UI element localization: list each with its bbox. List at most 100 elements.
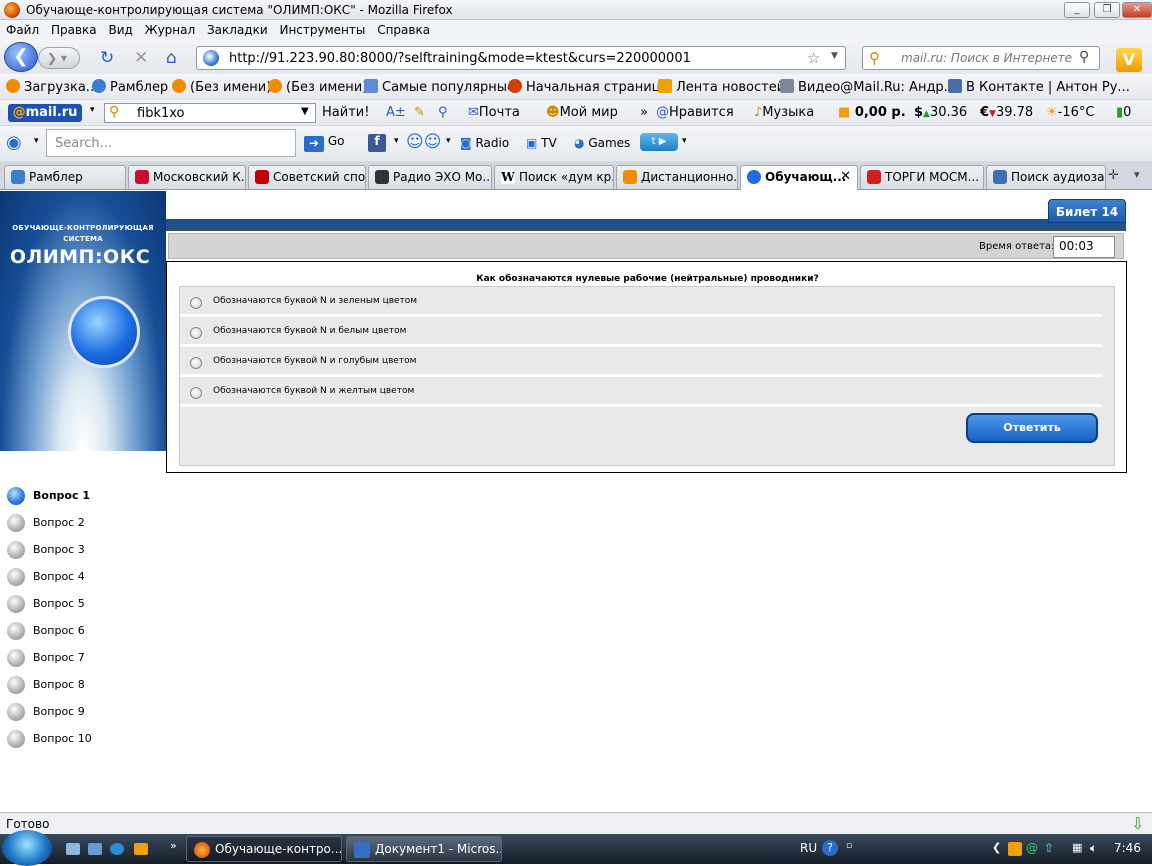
question-item-4[interactable]: Вопрос 4 bbox=[0, 566, 160, 593]
tab-torgi[interactable]: ТОРГИ МОСМ... bbox=[860, 165, 984, 189]
start-button[interactable] bbox=[2, 830, 52, 866]
chevron-down-icon[interactable]: ▾ bbox=[394, 136, 399, 146]
highlight-icon[interactable]: ✎ bbox=[414, 105, 425, 120]
answer-label[interactable]: Обозначаются буквой N и желтым цветом bbox=[213, 386, 414, 396]
likes-link[interactable]: @Нравится bbox=[656, 105, 734, 120]
v-addon-icon[interactable]: V bbox=[1116, 48, 1142, 72]
tray-arrow-up-icon[interactable]: ⇧ bbox=[1044, 841, 1054, 855]
games-link[interactable]: ◕ Games bbox=[574, 136, 630, 150]
weather-widget[interactable]: ☀-16°C bbox=[1046, 105, 1094, 120]
answer-radio[interactable] bbox=[190, 327, 202, 339]
question-item-2[interactable]: Вопрос 2 bbox=[0, 512, 160, 539]
show-desktop-icon[interactable] bbox=[66, 843, 80, 855]
bookmark-item[interactable]: Видео@Mail.Ru: Андр... bbox=[780, 79, 956, 95]
network-icon[interactable]: ▦ bbox=[1072, 841, 1082, 854]
radio-link[interactable]: ◙ Radio bbox=[460, 136, 509, 150]
answer-option[interactable]: Обозначаются буквой N и зеленым цветом bbox=[180, 287, 1114, 317]
menu-file[interactable]: Файл bbox=[0, 20, 39, 37]
chevron-down-icon[interactable]: ▾ bbox=[90, 105, 95, 115]
music-link[interactable]: ♪Музыка bbox=[754, 105, 814, 120]
menu-help[interactable]: Справка bbox=[371, 20, 430, 37]
volume-icon[interactable]: 🔈︎ bbox=[1090, 841, 1097, 856]
ie-icon[interactable] bbox=[110, 843, 124, 855]
chevron-down-icon[interactable]: ▾ bbox=[34, 136, 39, 146]
chevron-down-icon[interactable]: ▼ bbox=[301, 106, 309, 117]
question-item-3[interactable]: Вопрос 3 bbox=[0, 539, 160, 566]
eye-icon[interactable]: ◉ bbox=[6, 132, 22, 153]
language-bar-icon[interactable]: ▫ bbox=[846, 841, 852, 851]
twitter-youtube-icon[interactable]: t ▶ bbox=[640, 133, 678, 151]
tray-app-icon[interactable] bbox=[1008, 842, 1022, 856]
tab-sport[interactable]: Советский спо... bbox=[248, 165, 366, 189]
back-button[interactable]: ❮ bbox=[4, 42, 38, 72]
menu-edit[interactable]: Правка bbox=[45, 20, 97, 37]
zoom-icon[interactable]: ⚲ bbox=[438, 105, 448, 120]
bookmark-star-icon[interactable]: ☆ bbox=[807, 49, 820, 67]
tray-at-icon[interactable]: @ bbox=[1026, 841, 1038, 855]
question-item-8[interactable]: Вопрос 8 bbox=[0, 674, 160, 701]
search-go-icon[interactable]: ⚲ bbox=[1079, 49, 1089, 65]
question-item-6[interactable]: Вопрос 6 bbox=[0, 620, 160, 647]
usd-rate[interactable]: $▲30.36 bbox=[914, 105, 967, 120]
answer-radio[interactable] bbox=[190, 357, 202, 369]
home-icon[interactable]: ⌂ bbox=[166, 48, 177, 68]
window-switch-icon[interactable] bbox=[88, 843, 102, 855]
url-dropdown-icon[interactable]: ▼ bbox=[831, 51, 838, 61]
help-icon[interactable]: ? bbox=[822, 840, 838, 856]
answer-radio[interactable] bbox=[190, 387, 202, 399]
tv-link[interactable]: ▣ TV bbox=[526, 136, 557, 150]
answer-option[interactable]: Обозначаются буквой N и голубым цветом bbox=[180, 347, 1114, 377]
url-text[interactable]: http://91.223.90.80:8000/?selftraining&m… bbox=[229, 51, 691, 66]
media-player-icon[interactable] bbox=[134, 843, 148, 855]
menu-view[interactable]: Вид bbox=[102, 20, 132, 37]
task-word[interactable]: Документ1 - Micros... bbox=[346, 836, 502, 862]
language-indicator[interactable]: RU bbox=[800, 841, 817, 855]
menu-history[interactable]: Журнал bbox=[139, 20, 196, 37]
search-placeholder[interactable]: mail.ru: Поиск в Интернете bbox=[901, 51, 1072, 65]
new-tab-icon[interactable]: ✛ bbox=[1108, 168, 1119, 183]
tab-distance[interactable]: Дистанционно... bbox=[616, 165, 738, 189]
question-item-10[interactable]: Вопрос 10 bbox=[0, 728, 160, 755]
chevron-down-icon[interactable]: ▾ bbox=[682, 136, 687, 146]
tray-expand-icon[interactable]: ❮ bbox=[992, 841, 1001, 854]
task-firefox[interactable]: Обучающе-контро... bbox=[186, 836, 342, 862]
close-tab-icon[interactable]: ✕ bbox=[840, 169, 851, 184]
answer-label[interactable]: Обозначаются буквой N и голубым цветом bbox=[213, 356, 416, 366]
submit-answer-button[interactable]: Ответить bbox=[966, 413, 1098, 443]
facebook-icon[interactable]: f bbox=[368, 134, 386, 152]
mailru-search-input[interactable]: ⚲ fibk1xo ▼ bbox=[104, 103, 316, 123]
clock[interactable]: 7:46 bbox=[1114, 841, 1141, 855]
tab-echo[interactable]: Радио ЭХО Мо... bbox=[368, 165, 492, 189]
bookmark-item[interactable]: Начальная страница bbox=[508, 79, 668, 95]
question-item-1[interactable]: Вопрос 1 bbox=[0, 485, 160, 512]
bookmark-item[interactable]: Самые популярные bbox=[364, 79, 515, 95]
question-item-7[interactable]: Вопрос 7 bbox=[0, 647, 160, 674]
tab-audio-search[interactable]: Поиск аудиоза... bbox=[986, 165, 1106, 189]
chevron-right-icon[interactable]: » bbox=[170, 839, 177, 852]
answer-label[interactable]: Обозначаются буквой N и зеленым цветом bbox=[213, 296, 417, 306]
tab-olimp-active[interactable]: Обучающ... ✕ bbox=[740, 165, 858, 190]
bookmark-item[interactable]: Лента новостей bbox=[658, 79, 785, 95]
answer-option[interactable]: Обозначаются буквой N и желтым цветом bbox=[180, 377, 1114, 407]
menu-bookmarks[interactable]: Закладки bbox=[201, 20, 268, 37]
question-item-5[interactable]: Вопрос 5 bbox=[0, 593, 160, 620]
answer-label[interactable]: Обозначаются буквой N и белым цветом bbox=[213, 326, 406, 336]
find-button[interactable]: Найти! bbox=[322, 105, 369, 120]
answer-radio[interactable] bbox=[190, 297, 202, 309]
mail-link[interactable]: ✉Почта bbox=[468, 105, 520, 120]
smiley-icon[interactable]: ☺☺ bbox=[406, 132, 441, 152]
chevron-right-icon[interactable]: » bbox=[640, 105, 648, 120]
bookmark-item[interactable]: (Без имени) bbox=[172, 79, 271, 95]
reload-icon[interactable]: ↻ bbox=[100, 48, 114, 68]
close-window-button[interactable]: ✕ bbox=[1122, 2, 1152, 18]
bookmark-item[interactable]: Рамблер bbox=[92, 79, 168, 95]
bookmark-item[interactable]: Загрузка... bbox=[6, 79, 98, 95]
download-arrow-icon[interactable]: ⇩ bbox=[1131, 814, 1149, 833]
answer-option[interactable]: Обозначаются буквой N и белым цветом bbox=[180, 317, 1114, 347]
stop-icon[interactable]: ✕ bbox=[134, 48, 148, 68]
font-size-icon[interactable]: A± bbox=[386, 105, 406, 120]
question-item-9[interactable]: Вопрос 9 bbox=[0, 701, 160, 728]
address-bar[interactable]: http://91.223.90.80:8000/?selftraining&m… bbox=[196, 46, 846, 70]
web-search-box[interactable]: ⚲ mail.ru: Поиск в Интернете ⚲ bbox=[862, 46, 1100, 70]
mailru-logo[interactable]: @mail.ru bbox=[8, 104, 82, 122]
